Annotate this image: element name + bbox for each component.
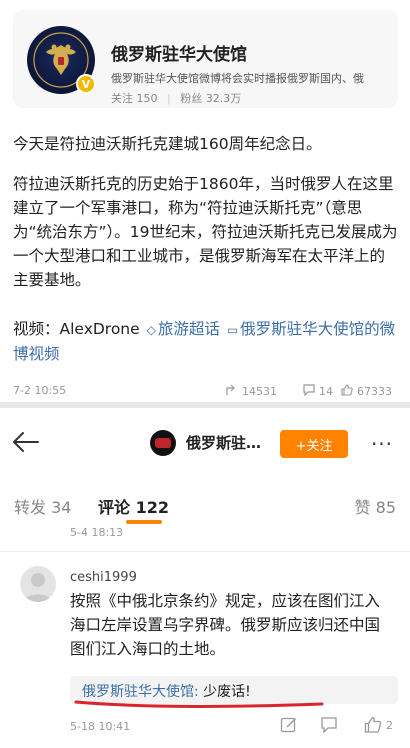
comment-text: 按照《中俄北京条约》规定，应该在图们江入海口左岸设置乌字界碑。俄罗斯应该归还中国… <box>70 592 381 658</box>
commenter-username[interactable]: ceshi1999 <box>70 570 137 585</box>
comment-separator <box>0 551 410 552</box>
post-body: 今天是符拉迪沃斯托克建城160周年纪念日。 符拉迪沃斯托克的历史始于1860年，… <box>13 132 399 308</box>
comment-icon <box>303 384 315 399</box>
more-button[interactable]: ··· <box>366 430 398 458</box>
account-description: 俄罗斯驻华大使馆微博将会实时播报俄罗斯国内、俄 <box>111 72 364 85</box>
thumbs-up-icon <box>364 716 382 733</box>
post-date: 7-2 10:55 <box>13 384 67 397</box>
video-author: AlexDrone <box>59 320 140 338</box>
video-credit: 视频：AlexDrone ◇ 旅游超话 ▭ 俄罗斯驻华大使馆的微博视频 <box>13 317 399 366</box>
comment-actions: 2 <box>280 716 400 736</box>
edit-icon <box>280 717 296 733</box>
account-name[interactable]: 俄罗斯驻华大使馆 <box>111 40 247 65</box>
screenshot-divider <box>0 402 410 408</box>
post-meta: 7-2 10:55 14531 14 67333 <box>13 384 399 400</box>
red-underline-annotation <box>74 700 324 708</box>
active-tab-indicator <box>126 520 162 524</box>
comment-icon <box>321 717 337 734</box>
video-link-icon: ▭ <box>226 323 239 337</box>
like-button[interactable]: 67333 <box>341 384 392 399</box>
like-count: 67333 <box>357 385 392 398</box>
post-paragraph-2: 符拉迪沃斯托克的历史始于1860年，当时俄罗人在这里建立了一个军事港口，称为“符… <box>13 175 398 289</box>
tab-repost[interactable]: 转发 34 <box>14 494 71 518</box>
account-card[interactable]: V 俄罗斯驻华大使馆 俄罗斯驻华大使馆微博将会实时播报俄罗斯国内、俄 关注 15… <box>13 10 398 108</box>
reply-button[interactable] <box>280 716 298 738</box>
following-count: 150 <box>136 92 158 105</box>
thumbs-up-icon <box>341 384 353 399</box>
commenter-avatar[interactable] <box>20 566 56 602</box>
account-stats: 关注 150 | 粉丝 32.3万 <box>111 90 241 106</box>
follow-button[interactable]: +关注 <box>280 430 348 458</box>
top-navbar: 俄罗斯驻… +关注 ··· <box>0 412 410 472</box>
post-line-1: 今天是符拉迪沃斯托克建城160周年纪念日。 <box>13 135 322 153</box>
topic-link[interactable]: 旅游超话 <box>158 320 220 338</box>
back-arrow-icon <box>13 432 39 452</box>
comment-button[interactable]: 14 <box>303 384 333 399</box>
followers-count: 32.3万 <box>205 92 242 105</box>
followers-label: 粉丝 <box>180 92 203 105</box>
tab-comment[interactable]: 评论 122 <box>98 494 169 518</box>
back-button[interactable] <box>10 426 42 458</box>
comment-like-button[interactable]: 2 <box>364 716 393 734</box>
comment-timestamp: 5-18 10:41 <box>70 720 131 733</box>
stats-separator: | <box>167 92 171 105</box>
comment-tabs: 转发 34 评论 122 赞 85 <box>0 484 410 524</box>
nav-title[interactable]: 俄罗斯驻… <box>186 432 261 453</box>
share-count: 14531 <box>242 385 277 398</box>
post-section: V 俄罗斯驻华大使馆 俄罗斯驻华大使馆微博将会实时播报俄罗斯国内、俄 关注 15… <box>0 0 410 398</box>
share-icon <box>226 384 238 399</box>
nav-avatar[interactable] <box>150 430 176 456</box>
video-prefix: 视频： <box>13 320 60 338</box>
previous-comment-timestamp: 5-4 18:13 <box>70 526 124 539</box>
tab-like[interactable]: 赞 85 <box>355 494 396 518</box>
comment-like-count: 2 <box>386 718 393 732</box>
comment-count: 14 <box>319 385 333 398</box>
share-button[interactable]: 14531 <box>226 384 277 399</box>
default-user-icon <box>24 573 52 602</box>
verified-badge: V <box>76 74 96 94</box>
following-label: 关注 <box>111 92 133 105</box>
diamond-icon: ◇ <box>146 323 156 337</box>
comment-reply-button[interactable] <box>320 716 338 738</box>
